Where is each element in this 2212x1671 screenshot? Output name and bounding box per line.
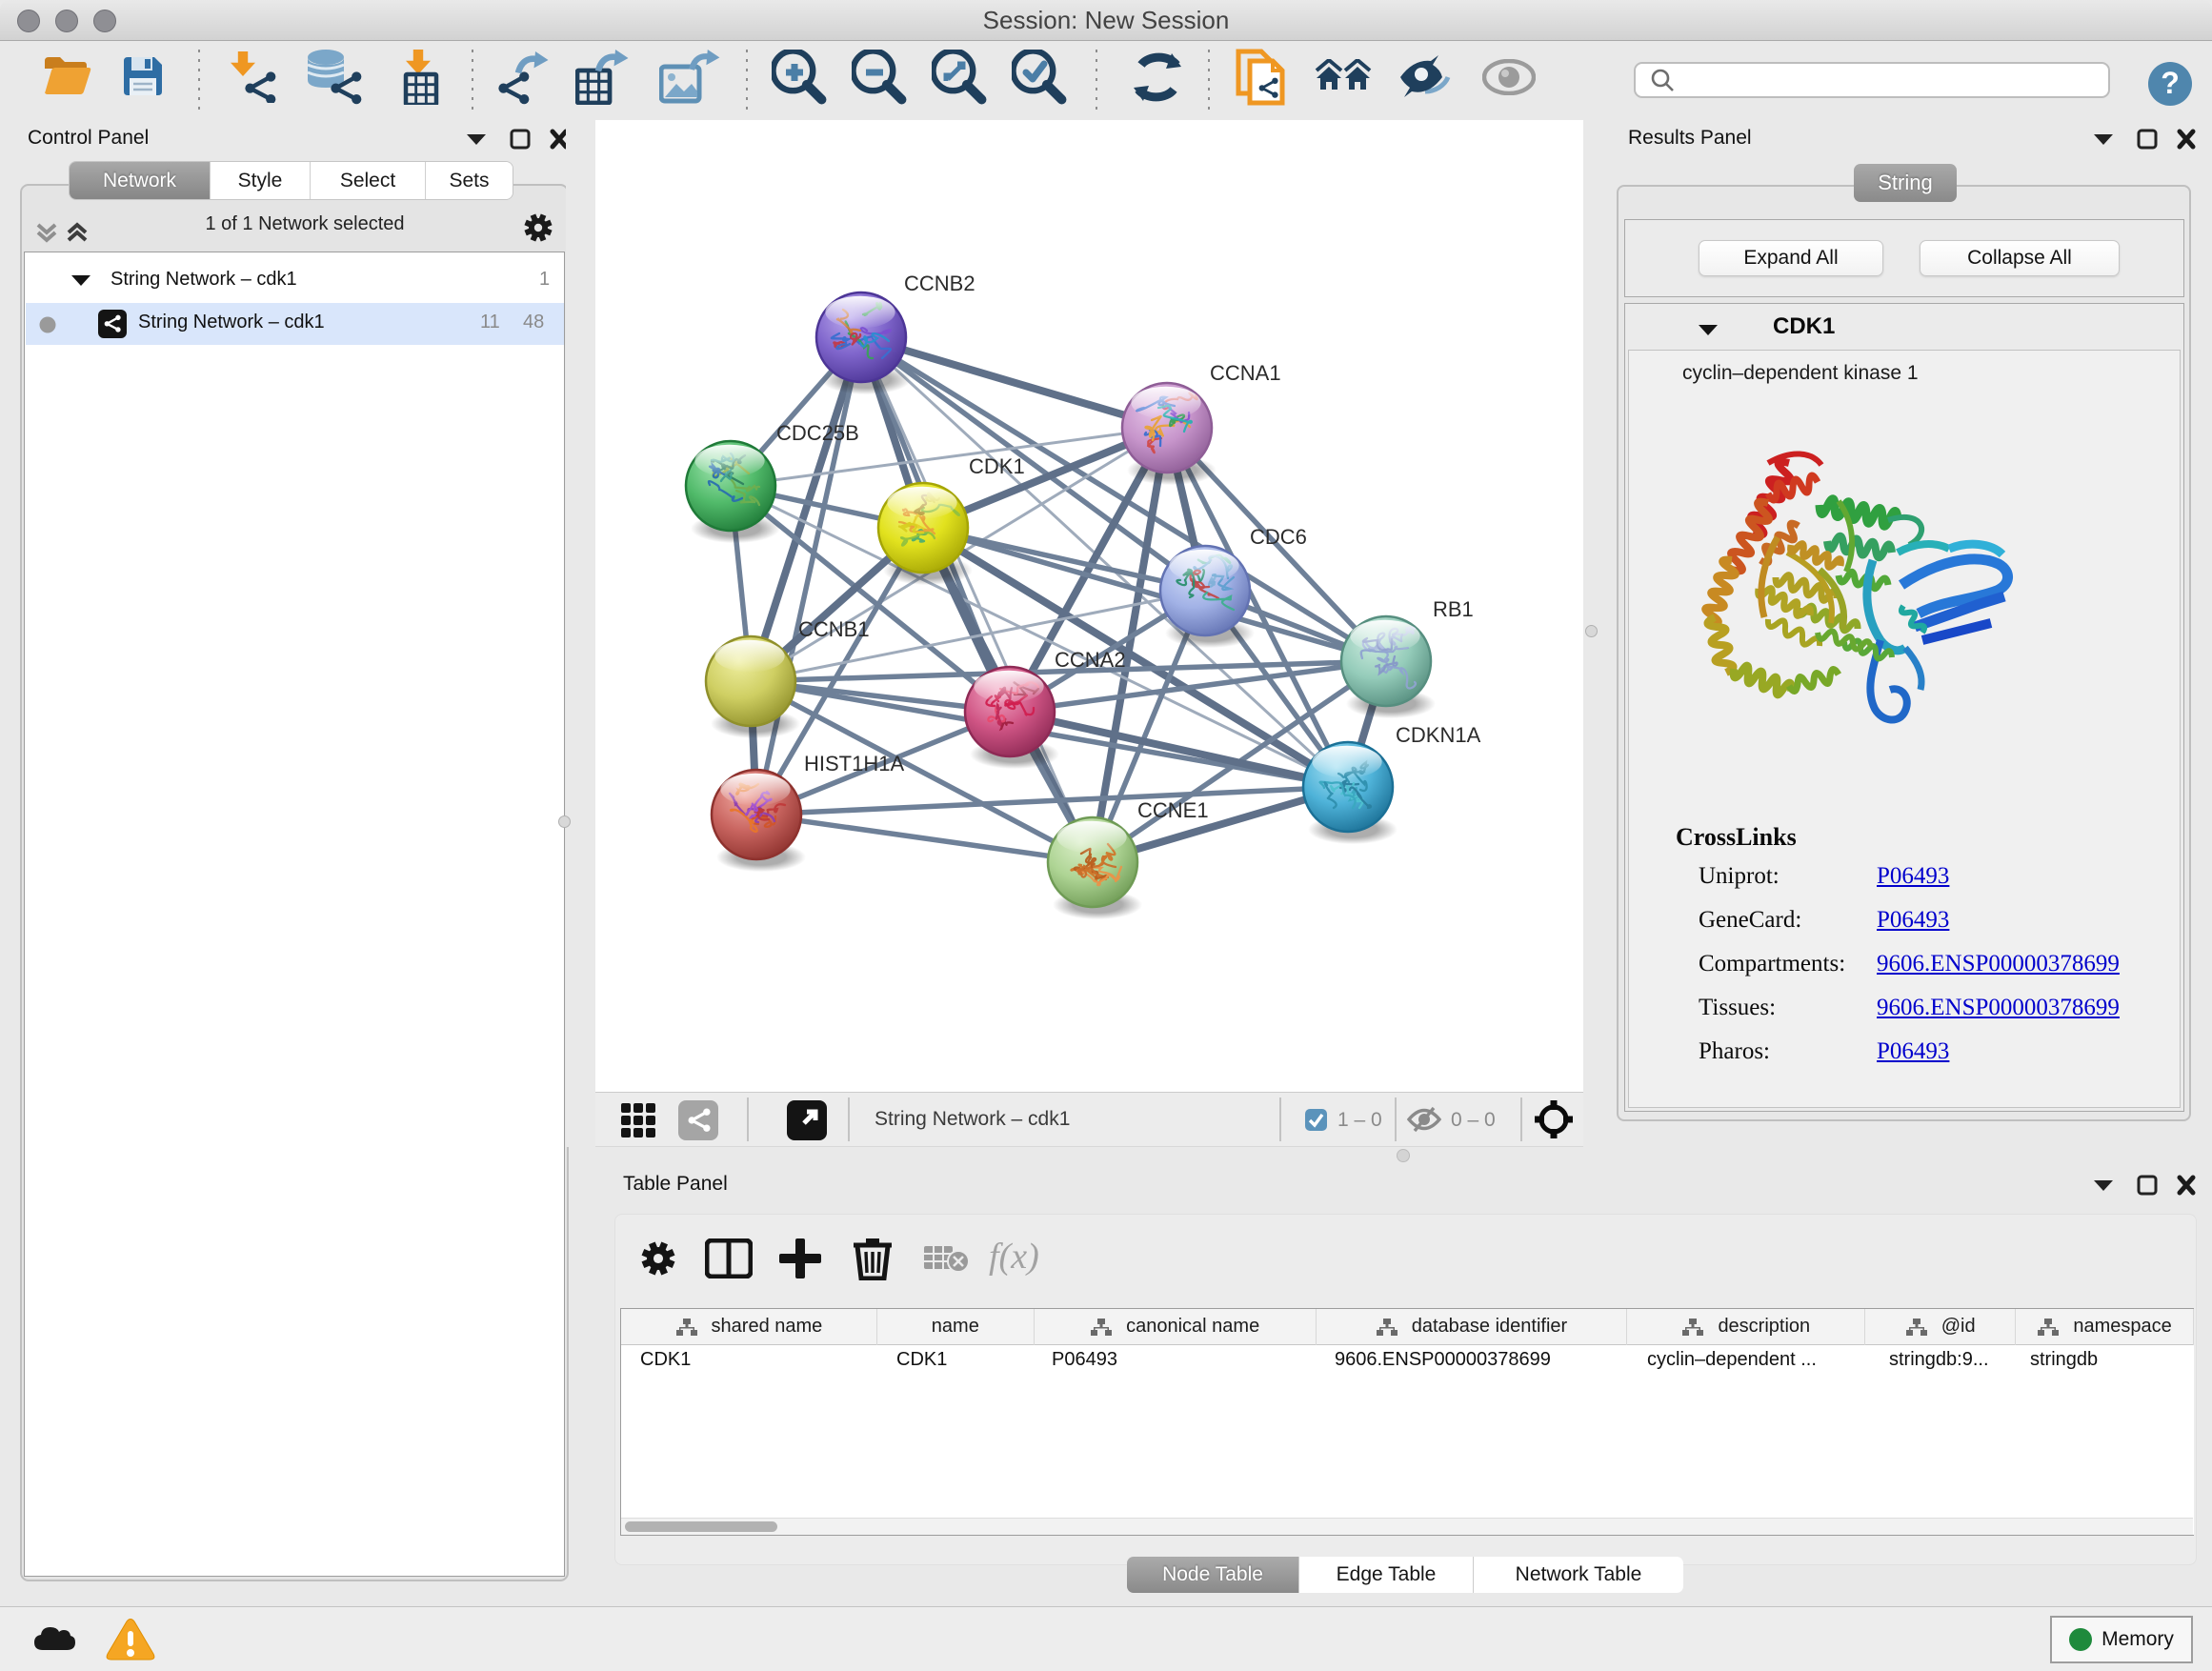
svg-text:CCNA2: CCNA2 — [1055, 648, 1126, 672]
svg-text:RB1: RB1 — [1433, 597, 1474, 621]
svg-text:?: ? — [2161, 66, 2180, 100]
svg-text:CCNA1: CCNA1 — [1210, 361, 1281, 385]
svg-text:CCNB2: CCNB2 — [904, 272, 975, 295]
svg-text:CDKN1A: CDKN1A — [1396, 723, 1481, 747]
svg-text:CCNB1: CCNB1 — [798, 617, 870, 641]
svg-text:CDK1: CDK1 — [969, 454, 1025, 478]
svg-text:HIST1H1A: HIST1H1A — [804, 752, 904, 775]
svg-text:CDC25B: CDC25B — [776, 421, 859, 445]
svg-text:CDC6: CDC6 — [1250, 525, 1307, 549]
svg-text:CCNE1: CCNE1 — [1137, 798, 1209, 822]
